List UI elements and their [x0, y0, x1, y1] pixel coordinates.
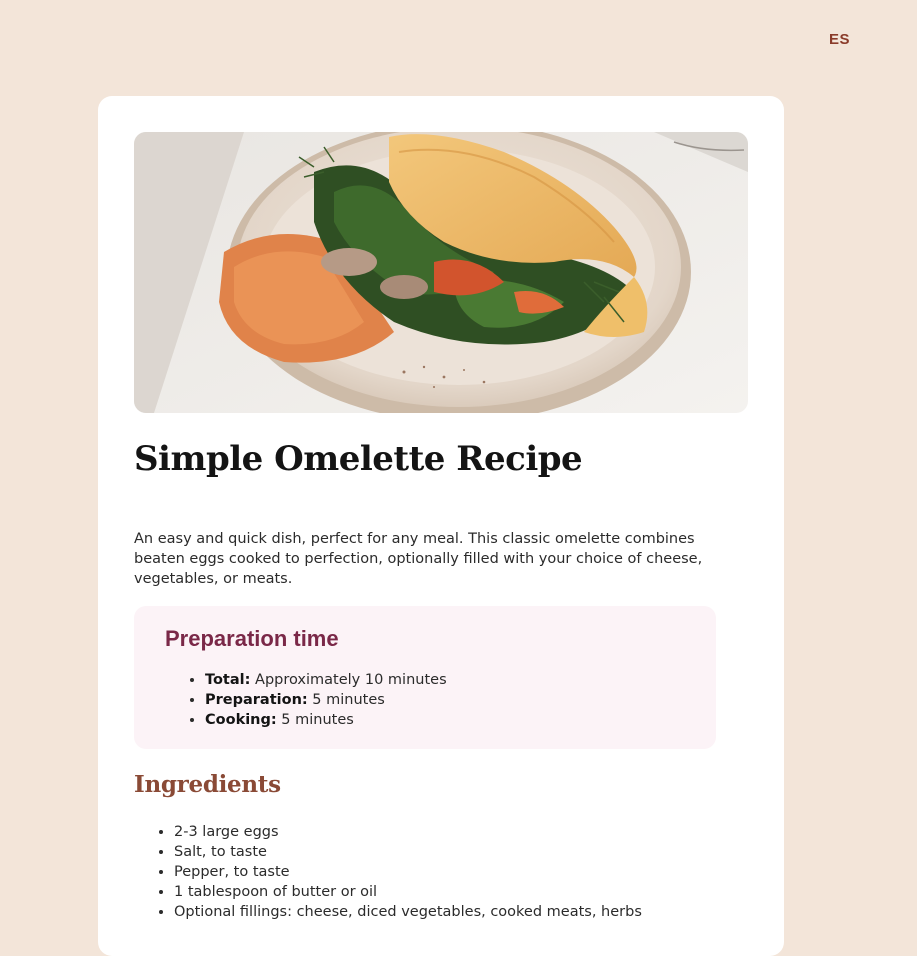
recipe-image — [134, 132, 748, 413]
preparation-heading: Preparation time — [165, 626, 339, 651]
prep-value-cooking: 5 minutes — [276, 712, 354, 728]
preparation-list: Total: Approximately 10 minutes Preparat… — [165, 670, 685, 730]
prep-value-preparation: 5 minutes — [307, 692, 385, 708]
preparation-time-box: Preparation time Total: Approximately 10… — [134, 606, 716, 749]
top-bar: ES — [0, 0, 917, 96]
ingredients-list: 2-3 large eggs Salt, to taste Pepper, to… — [134, 822, 748, 922]
list-item: Cooking: 5 minutes — [205, 710, 685, 730]
list-item: 2-3 large eggs — [174, 822, 748, 842]
prep-label-preparation: Preparation: — [205, 692, 308, 708]
list-item: Total: Approximately 10 minutes — [205, 670, 685, 690]
list-item: Pepper, to taste — [174, 862, 748, 882]
omelette-photo-illustration — [134, 132, 748, 413]
recipe-intro: An easy and quick dish, perfect for any … — [134, 531, 703, 587]
ingredients-section: Ingredients 2-3 large eggs Salt, to tast… — [134, 771, 748, 922]
list-item: 1 tablespoon of butter or oil — [174, 882, 748, 902]
list-item: Salt, to taste — [174, 842, 748, 862]
list-item: Preparation: 5 minutes — [205, 690, 685, 710]
prep-label-total: Total: — [205, 672, 251, 688]
ingredients-heading: Ingredients — [134, 771, 281, 798]
language-toggle[interactable]: ES — [829, 31, 850, 48]
prep-value-total: Approximately 10 minutes — [250, 672, 447, 688]
recipe-title: Simple Omelette Recipe — [134, 439, 583, 479]
recipe-card: Simple Omelette Recipe An easy and quick… — [98, 96, 784, 956]
prep-label-cooking: Cooking: — [205, 712, 277, 728]
list-item: Optional fillings: cheese, diced vegetab… — [174, 902, 748, 922]
